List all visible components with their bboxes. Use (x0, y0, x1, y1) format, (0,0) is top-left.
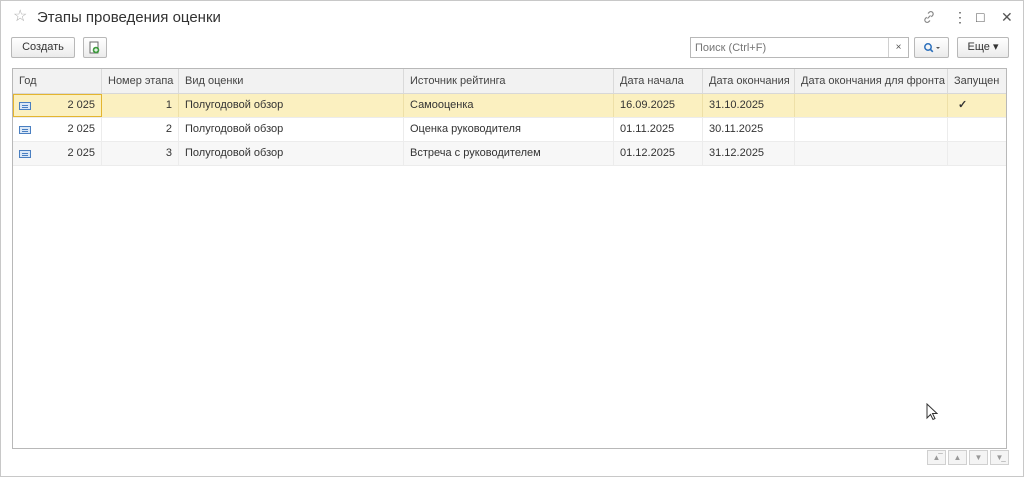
cell-start-date[interactable]: 01.12.2025 (614, 142, 703, 165)
window: ☆ Этапы проведения оценки ⋮ □ ✕ Создать … (0, 0, 1024, 477)
cell-started[interactable] (948, 142, 1006, 165)
cell-kind[interactable]: Полугодовой обзор (179, 142, 404, 165)
page-title: Этапы проведения оценки (37, 9, 221, 26)
cell-year[interactable]: 2 025 (13, 94, 102, 117)
create-button[interactable]: Создать (11, 37, 75, 58)
column-header-start-date[interactable]: Дата начала (614, 69, 703, 93)
cell-kind[interactable]: Полугодовой обзор (179, 118, 404, 141)
column-header-end-date[interactable]: Дата окончания (703, 69, 795, 93)
table-row[interactable]: 2 025 2 Полугодовой обзор Оценка руковод… (13, 118, 1006, 142)
cell-source[interactable]: Встреча с руководителем (404, 142, 614, 165)
cell-end-date[interactable]: 31.10.2025 (703, 94, 795, 117)
column-header-started[interactable]: Запущен (948, 69, 1006, 93)
table-row[interactable]: 2 025 1 Полугодовой обзор Самооценка 16.… (13, 94, 1006, 118)
table-header: Год Номер этапа Вид оценки Источник рейт… (13, 69, 1006, 94)
table-row[interactable]: 2 025 3 Полугодовой обзор Встреча с руко… (13, 142, 1006, 166)
favorite-star-icon[interactable]: ☆ (13, 9, 27, 25)
title-bar: ☆ Этапы проведения оценки ⋮ □ ✕ (1, 1, 1023, 35)
nav-last-icon[interactable]: ▼̲ (990, 450, 1009, 465)
mouse-cursor-icon (926, 403, 938, 421)
column-header-kind[interactable]: Вид оценки (179, 69, 404, 93)
column-header-stage[interactable]: Номер этапа (102, 69, 179, 93)
column-header-year[interactable]: Год (13, 69, 102, 93)
cell-source[interactable]: Оценка руководителя (404, 118, 614, 141)
cell-kind[interactable]: Полугодовой обзор (179, 94, 404, 117)
search-icon (923, 43, 940, 53)
cell-end-date[interactable]: 30.11.2025 (703, 118, 795, 141)
copy-icon (89, 41, 100, 54)
cell-year[interactable]: 2 025 (13, 142, 102, 165)
link-icon[interactable] (922, 10, 936, 26)
search-field[interactable]: × (690, 37, 909, 58)
nav-down-icon[interactable]: ▼ (969, 450, 988, 465)
column-header-front-end-date[interactable]: Дата окончания для фронта (795, 69, 948, 93)
check-icon[interactable]: ✓ (948, 94, 1006, 117)
close-icon[interactable]: ✕ (1001, 10, 1013, 24)
toolbar: Создать × Еще ▾ (1, 37, 1023, 61)
cell-stage[interactable]: 1 (102, 94, 179, 117)
cell-source[interactable]: Самооценка (404, 94, 614, 117)
table-navigation: ▲̅ ▲ ▼ ▼̲ (927, 450, 1009, 466)
copy-button[interactable] (83, 37, 107, 58)
cell-year[interactable]: 2 025 (13, 118, 102, 141)
cell-end-date[interactable]: 31.12.2025 (703, 142, 795, 165)
search-clear-icon[interactable]: × (888, 38, 908, 57)
cell-stage[interactable]: 3 (102, 142, 179, 165)
cell-start-date[interactable]: 01.11.2025 (614, 118, 703, 141)
cell-front-end-date[interactable] (795, 118, 948, 141)
nav-first-icon[interactable]: ▲̅ (927, 450, 946, 465)
cell-front-end-date[interactable] (795, 142, 948, 165)
stages-table: Год Номер этапа Вид оценки Источник рейт… (12, 68, 1007, 449)
search-button[interactable] (914, 37, 949, 58)
nav-up-icon[interactable]: ▲ (948, 450, 967, 465)
column-header-source[interactable]: Источник рейтинга (404, 69, 614, 93)
cell-start-date[interactable]: 16.09.2025 (614, 94, 703, 117)
cell-front-end-date[interactable] (795, 94, 948, 117)
more-button[interactable]: Еще ▾ (957, 37, 1009, 58)
cell-started[interactable] (948, 118, 1006, 141)
more-actions-icon[interactable]: ⋮ (953, 10, 967, 24)
maximize-icon[interactable]: □ (976, 10, 984, 24)
search-input[interactable] (691, 38, 889, 57)
cell-stage[interactable]: 2 (102, 118, 179, 141)
